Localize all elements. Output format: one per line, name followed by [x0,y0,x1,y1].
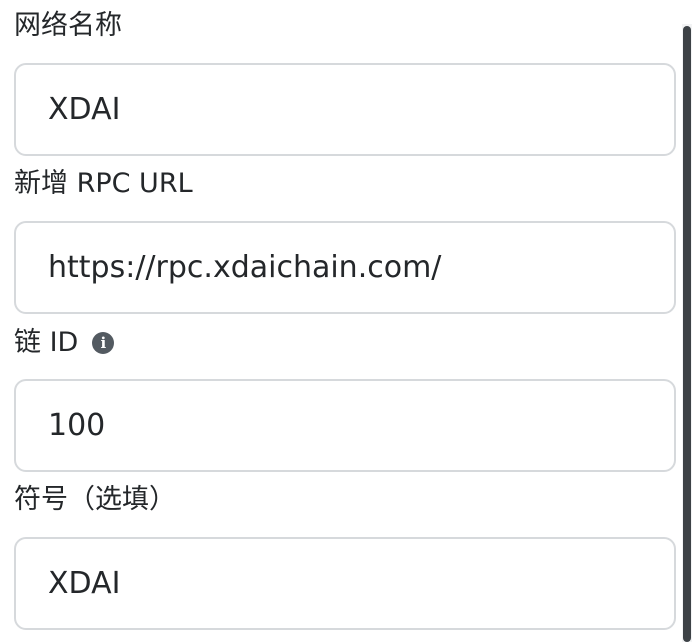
chain-id-label: 链 ID [14,327,79,358]
rpc-url-label: 新增 RPC URL [14,168,193,199]
scrollbar-thumb[interactable] [683,26,691,642]
network-name-input[interactable] [14,63,676,156]
symbol-input[interactable] [14,537,676,630]
chain-id-input[interactable] [14,379,676,472]
network-name-label: 网络名称 [14,10,122,41]
rpc-url-input[interactable] [14,221,676,314]
chain-id-label-row: 链 ID i [14,327,115,359]
symbol-label: 符号（选填） [14,484,176,515]
network-form: 网络名称 新增 RPC URL 链 ID i 符号（选填） [0,0,692,642]
info-icon[interactable]: i [92,332,115,354]
